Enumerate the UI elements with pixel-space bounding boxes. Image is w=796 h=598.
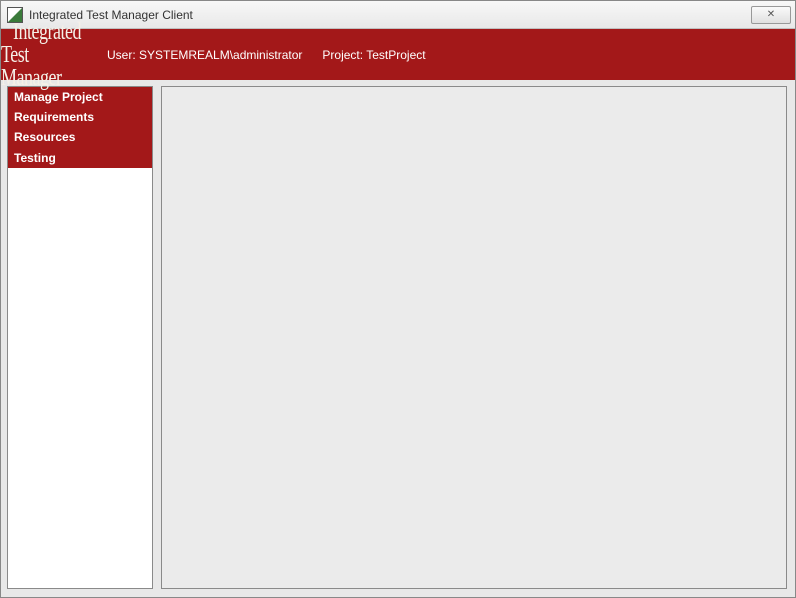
logo-line2: Test Manager <box>1 43 93 89</box>
sidebar-item-label: Testing <box>14 151 56 165</box>
sidebar-item-requirements[interactable]: Requirements <box>8 107 152 127</box>
header-info: User: SYSTEMREALM\administrator Project:… <box>107 48 426 62</box>
content-area: Manage Project Requirements Resources Te… <box>1 80 795 597</box>
window-title: Integrated Test Manager Client <box>29 8 751 22</box>
project-label: Project: <box>322 48 363 62</box>
main-panel <box>161 86 787 589</box>
project-value: TestProject <box>366 48 425 62</box>
sidebar-item-resources[interactable]: Resources <box>8 127 152 147</box>
user-value: SYSTEMREALM\administrator <box>139 48 302 62</box>
sidebar-item-testing[interactable]: Testing <box>8 148 152 168</box>
app-window: Integrated Test Manager Client ✕ Integra… <box>0 0 796 598</box>
close-icon: ✕ <box>767 9 775 20</box>
sidebar-item-label: Manage Project <box>14 90 103 104</box>
sidebar: Manage Project Requirements Resources Te… <box>7 86 153 589</box>
project-info: Project: TestProject <box>322 48 425 62</box>
titlebar: Integrated Test Manager Client ✕ <box>1 1 795 29</box>
user-label: User: <box>107 48 136 62</box>
close-button[interactable]: ✕ <box>751 6 791 24</box>
sidebar-item-label: Requirements <box>14 110 94 124</box>
app-logo: Integrated Test Manager <box>1 20 93 89</box>
header-bar: Integrated Test Manager User: SYSTEMREAL… <box>1 29 795 80</box>
user-info: User: SYSTEMREALM\administrator <box>107 48 302 62</box>
sidebar-item-label: Resources <box>14 130 75 144</box>
sidebar-menu: Manage Project Requirements Resources Te… <box>8 87 152 168</box>
